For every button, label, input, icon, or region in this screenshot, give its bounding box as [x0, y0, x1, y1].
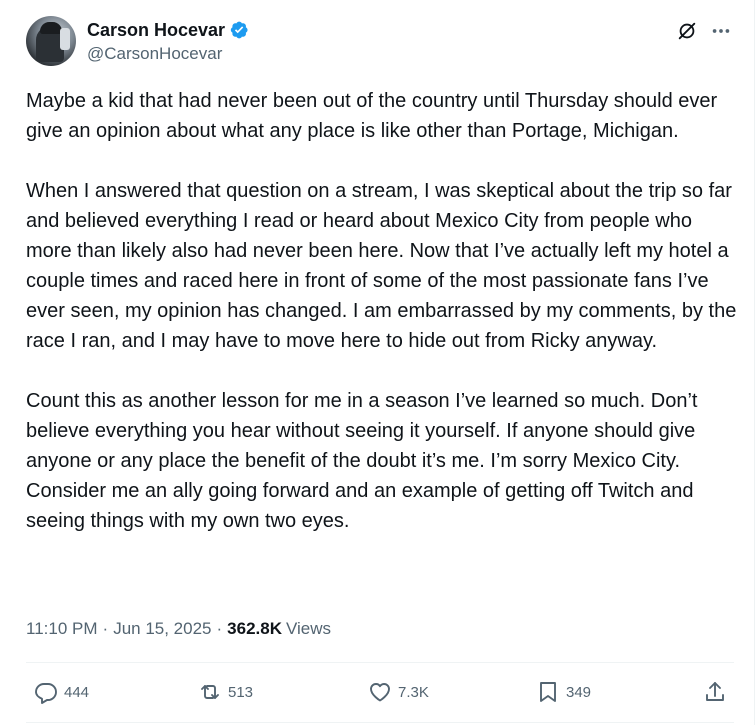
post-paragraph-1: Maybe a kid that had never been out of t…	[26, 90, 718, 142]
verified-badge-icon[interactable]	[229, 20, 249, 40]
more-icon[interactable]	[710, 20, 732, 42]
repost-count: 513	[228, 683, 254, 701]
post-time[interactable]: 11:10 PM	[26, 619, 98, 639]
post-meta: 11:10 PM · Jun 15, 2025 · 362.8K Views	[26, 617, 331, 641]
bookmark-button[interactable]: 349	[536, 676, 591, 708]
grok-icon[interactable]	[676, 20, 698, 42]
meta-separator: ·	[102, 619, 109, 638]
share-button[interactable]	[703, 676, 727, 708]
repost-icon	[201, 685, 219, 699]
display-name[interactable]: Carson Hocevar	[87, 20, 225, 41]
share-icon	[706, 682, 724, 701]
like-button[interactable]: 7.3K	[368, 676, 429, 708]
post-header: Carson Hocevar @CarsonHocevar	[26, 16, 736, 66]
bookmark-icon	[540, 682, 556, 702]
divider	[26, 662, 734, 663]
reply-icon	[35, 683, 57, 704]
post-paragraph-3: Count this as another lesson for me in a…	[26, 390, 698, 532]
avatar-trophy	[60, 28, 70, 50]
repost-button[interactable]: 513	[198, 676, 253, 708]
like-count: 7.3K	[398, 683, 429, 701]
post-paragraph-2: When I answered that question on a strea…	[26, 180, 737, 352]
action-bar: 444 513 7.3K 349	[26, 676, 734, 708]
display-name-row: Carson Hocevar	[87, 19, 249, 41]
post-date[interactable]: Jun 15, 2025	[113, 619, 211, 639]
meta-separator: ·	[216, 619, 223, 638]
reply-button[interactable]: 444	[34, 676, 89, 708]
reply-count: 444	[64, 683, 90, 701]
author-handle[interactable]: @CarsonHocevar	[87, 44, 249, 64]
bottom-divider	[26, 722, 734, 723]
bookmark-count: 349	[566, 683, 592, 701]
avatar-cap	[40, 22, 62, 34]
post-text: Maybe a kid that had never been out of t…	[26, 86, 738, 536]
views-count[interactable]: 362.8K	[227, 619, 282, 639]
author-names: Carson Hocevar @CarsonHocevar	[87, 19, 249, 64]
views-label: Views	[286, 619, 332, 638]
avatar[interactable]	[26, 16, 76, 66]
like-icon	[370, 683, 390, 702]
